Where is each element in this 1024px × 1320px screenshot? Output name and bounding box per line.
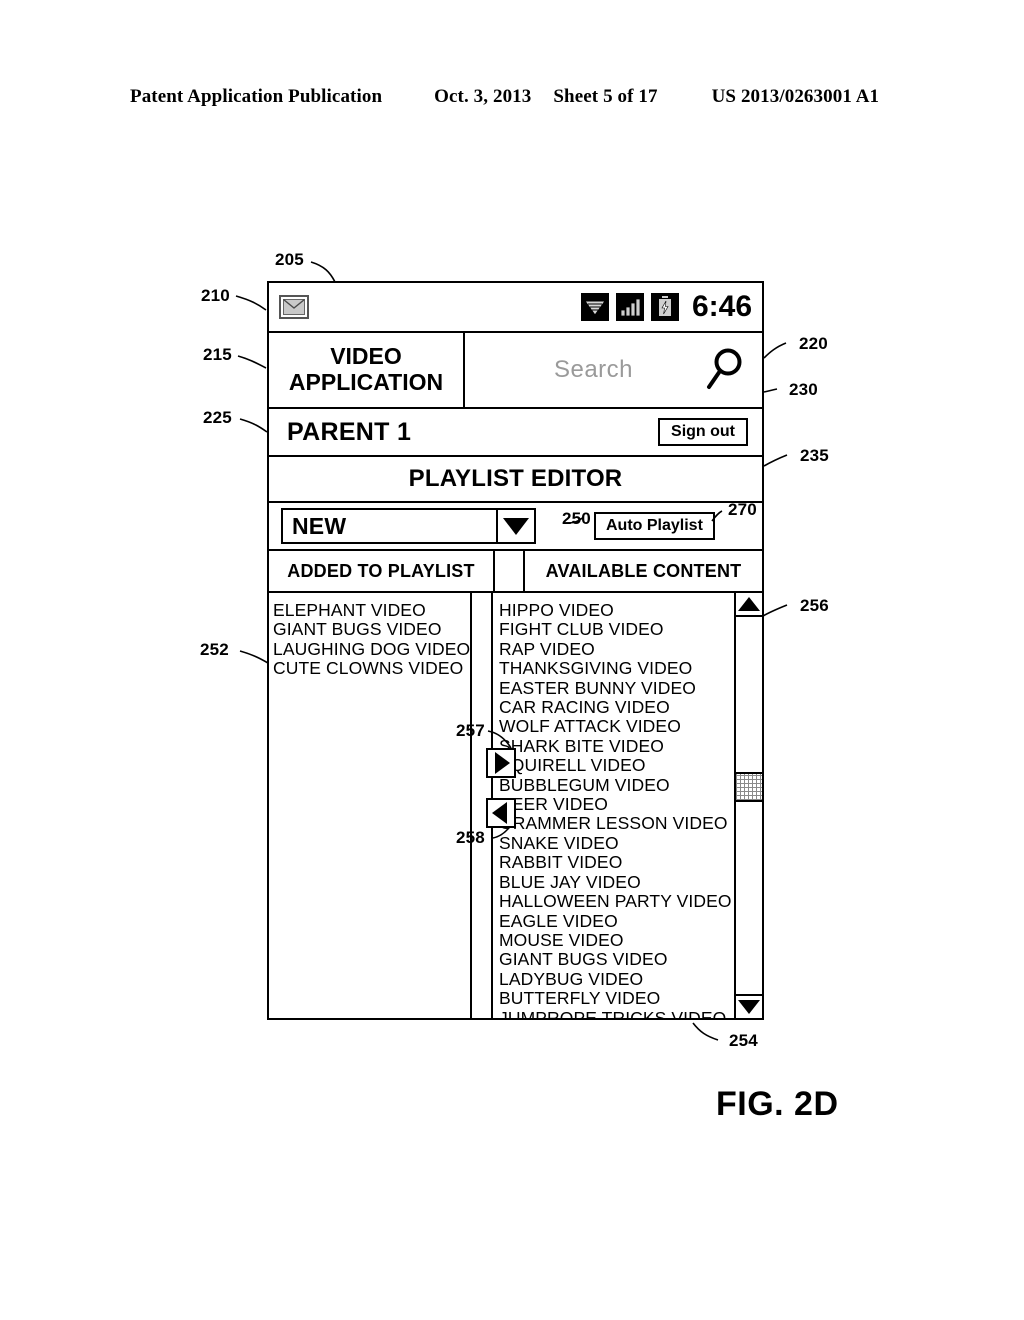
sign-out-button[interactable]: Sign out <box>658 417 748 447</box>
ref-258: 258 <box>456 828 485 847</box>
list-item[interactable]: RABBIT VIDEO <box>499 852 734 872</box>
list-item[interactable]: HALLOWEEN PARTY VIDEO <box>499 891 734 911</box>
ref-210: 210 <box>201 286 230 305</box>
search-bar[interactable]: Search <box>465 333 762 407</box>
app-title: VIDEO APPLICATION <box>269 333 465 407</box>
list-item[interactable]: BUBBLEGUM VIDEO <box>499 775 734 795</box>
ref-270: 270 <box>728 500 757 519</box>
app-title-line2: APPLICATION <box>288 369 444 395</box>
list-item[interactable]: GIANT BUGS VIDEO <box>273 619 470 639</box>
arrow-left-icon <box>492 802 508 824</box>
list-item[interactable]: DEER VIDEO <box>499 794 734 814</box>
add-to-playlist-button[interactable] <box>486 748 517 778</box>
column-headers: ADDED TO PLAYLIST AVAILABLE CONTENT <box>269 551 762 593</box>
publication-date: Oct. 3, 2013 <box>434 86 532 107</box>
ref-230: 230 <box>789 380 818 399</box>
available-content-list[interactable]: HIPPO VIDEO FIGHT CLUB VIDEO RAP VIDEO THAN… <box>493 593 734 1018</box>
ref-257: 257 <box>456 721 485 740</box>
app-header-row: VIDEO APPLICATION Search <box>269 333 762 409</box>
page-title: PLAYLIST EDITOR <box>269 457 762 503</box>
search-icon[interactable] <box>704 347 748 393</box>
list-item[interactable]: BLUE JAY VIDEO <box>499 872 734 892</box>
patent-page-header: Patent Application Publication Oct. 3, 2… <box>130 86 890 112</box>
user-row: PARENT 1 Sign out <box>269 409 762 457</box>
arrow-right-icon <box>495 752 511 774</box>
figure-caption: FIG. 2D <box>716 1085 839 1123</box>
ref-252: 252 <box>200 640 229 659</box>
ref-215: 215 <box>203 345 232 364</box>
device-frame: 6:46 VIDEO APPLICATION Search PARENT 1 S… <box>267 281 764 1020</box>
search-input[interactable]: Search <box>465 356 704 384</box>
chevron-down-glyph <box>503 517 529 535</box>
playlist-dropdown-value[interactable]: NEW <box>283 510 496 542</box>
list-item[interactable]: EAGLE VIDEO <box>499 911 734 931</box>
added-to-playlist-list[interactable]: ELEPHANT VIDEO GIANT BUGS VIDEO LAUGHING D… <box>269 593 473 1018</box>
publication-label: Patent Application Publication <box>130 86 383 107</box>
list-item[interactable]: BUTTERFLY VIDEO <box>499 988 734 1008</box>
list-item[interactable]: LADYBUG VIDEO <box>499 969 734 989</box>
chevron-down-icon[interactable] <box>496 510 534 542</box>
arrow-down-icon <box>738 1000 760 1014</box>
scrollbar-track[interactable] <box>736 617 762 994</box>
auto-playlist-button[interactable]: Auto Playlist <box>594 511 715 541</box>
arrow-up-icon <box>738 597 760 611</box>
list-item[interactable]: HIPPO VIDEO <box>499 600 734 620</box>
list-item[interactable]: GIANT BUGS VIDEO <box>499 949 734 969</box>
ref-256: 256 <box>800 596 829 615</box>
list-item[interactable]: FIGHT CLUB VIDEO <box>499 619 734 639</box>
lists-container: ELEPHANT VIDEO GIANT BUGS VIDEO LAUGHING D… <box>269 593 762 1018</box>
patent-number: US 2013/0263001 A1 <box>711 86 880 107</box>
ref-250: 250 <box>562 509 591 528</box>
list-item[interactable]: SQUIRELL VIDEO <box>499 755 734 775</box>
list-item[interactable]: THANKSGIVING VIDEO <box>499 658 734 678</box>
scrollbar-thumb[interactable] <box>736 772 762 802</box>
status-bar: 6:46 <box>269 283 762 333</box>
list-item[interactable]: EASTER BUNNY VIDEO <box>499 678 734 698</box>
signal-bars-icon <box>615 293 644 321</box>
wifi-icon <box>580 293 609 321</box>
list-item[interactable]: ELEPHANT VIDEO <box>273 600 470 620</box>
playlist-dropdown[interactable]: NEW <box>281 508 536 544</box>
available-content-header: AVAILABLE CONTENT <box>545 560 742 581</box>
ref-254: 254 <box>729 1031 758 1050</box>
list-item[interactable]: SNAKE VIDEO <box>499 833 734 853</box>
scroll-up-button[interactable] <box>736 593 762 617</box>
battery-charging-icon <box>650 293 679 321</box>
ref-225: 225 <box>203 408 232 427</box>
list-item[interactable]: LAUGHING DOG VIDEO <box>273 639 470 659</box>
app-title-line1: VIDEO <box>330 343 402 370</box>
column-divider <box>495 551 525 591</box>
list-item[interactable]: MOUSE VIDEO <box>499 930 734 950</box>
status-bar-right: 6:46 <box>580 290 752 324</box>
list-item[interactable]: RAP VIDEO <box>499 639 734 659</box>
added-to-playlist-header: ADDED TO PLAYLIST <box>269 551 495 591</box>
ref-235: 235 <box>800 446 829 465</box>
ref-220: 220 <box>799 334 828 353</box>
playlist-selector-row: NEW Auto Playlist <box>269 503 762 551</box>
list-item[interactable]: WOLF ATTACK VIDEO <box>499 717 734 737</box>
list-item[interactable]: JUMPROPE TRICKS VIDEO <box>499 1008 734 1018</box>
transfer-button-column <box>472 593 517 1018</box>
available-content-panel: HIPPO VIDEO FIGHT CLUB VIDEO RAP VIDEO THAN… <box>493 593 762 1018</box>
list-item[interactable]: SHARK BITE VIDEO <box>499 736 734 756</box>
scrollbar[interactable] <box>734 593 762 1018</box>
sheet-number: Sheet 5 of 17 <box>553 86 658 107</box>
scroll-down-button[interactable] <box>736 994 762 1018</box>
remove-from-playlist-button[interactable] <box>486 798 517 828</box>
list-item[interactable]: GRAMMER LESSON VIDEO <box>499 814 734 834</box>
user-name: PARENT 1 <box>287 417 412 446</box>
status-bar-clock: 6:46 <box>691 290 752 323</box>
status-bar-left <box>279 295 309 319</box>
list-item[interactable]: CUTE CLOWNS VIDEO <box>273 658 470 678</box>
mail-icon <box>279 295 309 319</box>
list-item[interactable]: CAR RACING VIDEO <box>499 697 734 717</box>
ref-205: 205 <box>275 250 304 269</box>
